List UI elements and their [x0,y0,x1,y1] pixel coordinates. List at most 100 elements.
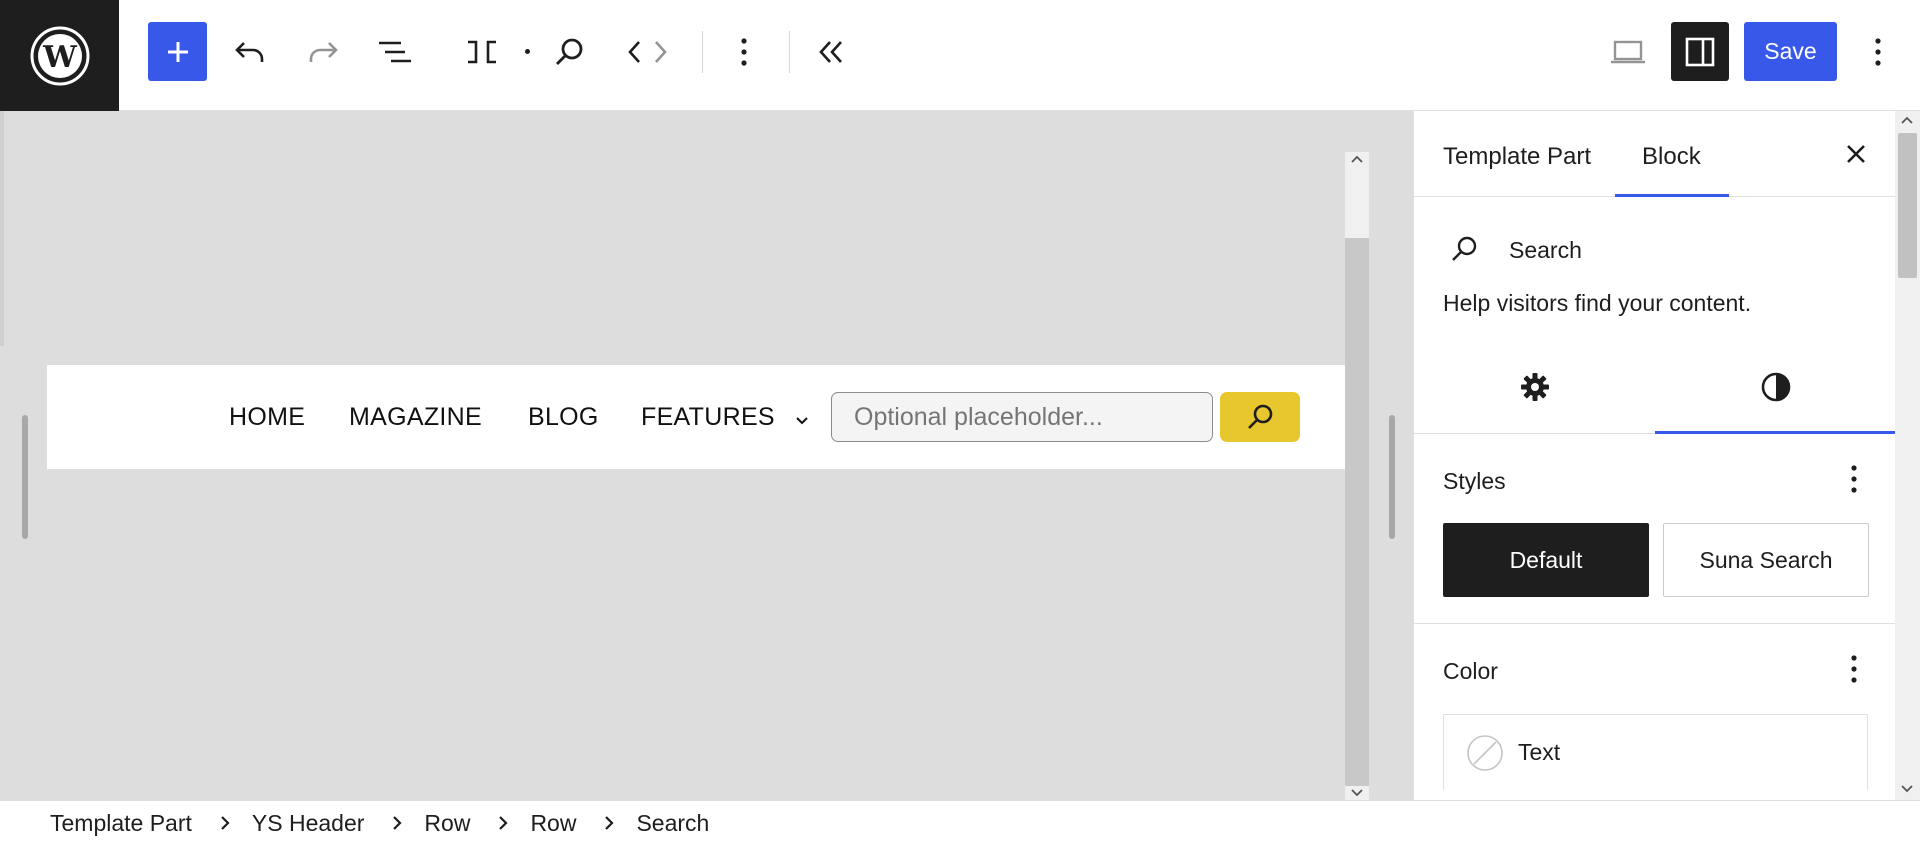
color-panel-title: Color [1443,658,1498,684]
breadcrumb-separator [220,815,230,831]
search-input[interactable]: Optional placeholder... [831,392,1213,442]
breadcrumb-separator [604,815,615,831]
wordpress-logo-button[interactable]: W [0,0,119,111]
styles-options-button[interactable] [1842,462,1866,496]
more-vertical-icon [1851,655,1857,683]
chevron-down-icon [1901,785,1913,793]
breadcrumb-separator [498,815,508,831]
nav-item-blog[interactable]: BLOG [528,405,599,430]
redo-icon [309,41,338,62]
resize-handle-right[interactable] [1389,415,1395,539]
redo-button[interactable] [305,22,341,81]
toolbar-separator [789,31,790,73]
block-card-icon-wrap [1450,235,1478,268]
search-icon [556,38,583,65]
list-view-button[interactable] [377,22,413,81]
gear-icon [1520,372,1549,401]
color-options-button[interactable] [1842,652,1866,686]
search-submit-button[interactable] [1220,392,1300,442]
toolbar-separator [702,31,703,73]
undo-icon [235,41,264,62]
chevron-right-icon [221,816,230,830]
separator-dot [525,49,530,54]
active-tab-indicator [1615,194,1729,197]
nav-item-features[interactable]: FEATURES [641,405,775,430]
more-vertical-icon [741,37,747,66]
chevron-left-icon [628,40,640,63]
search-icon [1452,236,1477,261]
tab-template-part[interactable]: Template Part [1443,143,1591,171]
settings-sidebar: Template Part Block Search Help visitors… [1413,111,1895,800]
more-menu-button[interactable] [1866,22,1890,81]
close-sidebar-button[interactable] [1842,140,1870,168]
chevron-double-left-icon [819,40,842,63]
chevron-up-icon [1901,116,1913,124]
breadcrumb-item-current: Search [636,809,710,836]
chevron-right-icon [655,40,667,63]
breadcrumb-separator [392,815,402,831]
canvas-gutter [0,111,4,346]
desktop-preview-icon [1611,40,1645,63]
list-view-icon [379,41,411,62]
settings-sidebar-toggle[interactable] [1671,22,1729,81]
sidebar-tabs: Template Part Block [1414,111,1895,197]
breadcrumb-item[interactable]: YS Header [252,810,365,837]
inspector-tabs [1414,339,1895,434]
chevron-down-icon [796,417,808,425]
breadcrumb-item[interactable]: Row [424,810,470,837]
sidebar-scroll-thumb[interactable] [1898,133,1917,278]
breadcrumb-item[interactable]: Template Part [50,810,192,837]
chevron-down-icon [1351,789,1363,797]
options-button[interactable] [732,22,756,81]
panel-divider [1414,623,1895,624]
search-block-button[interactable] [552,22,586,81]
editor-header: W Save [0,0,1920,111]
contrast-icon [1761,372,1790,401]
breadcrumb-item[interactable]: Row [530,810,576,837]
tab-settings[interactable] [1414,339,1655,434]
nav-item-home[interactable]: HOME [229,405,305,430]
plus-icon [167,41,188,62]
more-vertical-icon [1875,37,1881,66]
close-icon [1847,145,1865,163]
tab-block[interactable]: Block [1642,143,1701,171]
wordpress-logo-icon: W [30,26,89,85]
undo-button[interactable] [232,22,268,81]
template-part-button[interactable] [464,22,500,81]
styles-panel-title: Styles [1443,468,1506,494]
block-card-title: Search [1509,237,1582,263]
next-block-button[interactable] [650,22,672,81]
sidebar-scrollbar[interactable] [1895,111,1920,800]
chevron-right-icon [499,816,508,830]
color-text-label: Text [1518,739,1561,765]
search-icon [1248,404,1273,429]
active-inspector-tab-indicator [1655,431,1895,434]
previous-block-button[interactable] [623,22,645,81]
block-card-description: Help visitors find your content. [1443,290,1752,316]
save-button[interactable]: Save [1744,22,1837,81]
style-suna-search-button[interactable]: Suna Search [1663,523,1869,597]
no-color-swatch-icon [1467,734,1503,771]
nav-item-magazine[interactable]: MAGAZINE [349,405,482,430]
search-placeholder: Optional placeholder... [854,402,1103,431]
scroll-thumb[interactable] [1345,166,1369,238]
sidebar-toggle-icon [1685,37,1715,66]
tab-styles[interactable] [1655,339,1895,434]
chevron-right-icon [393,816,402,830]
preview-button[interactable] [1608,22,1648,81]
scroll-up-arrow[interactable] [1345,152,1369,166]
style-default-button[interactable]: Default [1443,523,1649,597]
more-vertical-icon [1851,465,1857,493]
canvas-scrollbar[interactable] [1345,152,1369,800]
chevron-right-icon [605,816,615,830]
block-inserter-button[interactable] [148,22,207,81]
collapse-toolbar-button[interactable] [815,22,847,81]
scroll-down-arrow[interactable] [1345,786,1369,800]
submenu-toggle[interactable] [795,413,809,431]
color-text-item[interactable]: Text [1443,714,1868,790]
block-breadcrumb: Template Part YS Header Row Row Search [0,800,1920,845]
template-part-icon [468,40,496,63]
resize-handle-left[interactable] [22,415,28,539]
svg-text:W: W [42,40,78,75]
site-header-block[interactable]: HOME MAGAZINE BLOG FEATURES Optional pla… [47,365,1345,469]
